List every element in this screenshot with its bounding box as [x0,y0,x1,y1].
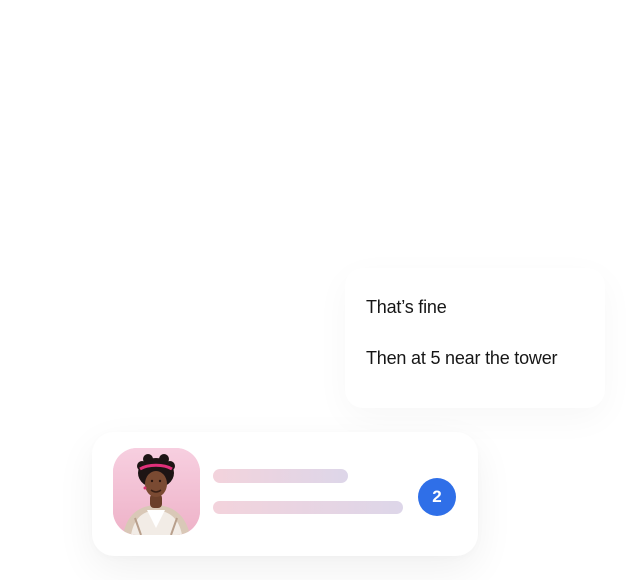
chat-message: That’s fine [366,297,447,317]
chat-messages: That’s fine Then at 5 near the tower [345,268,605,408]
message-preview-placeholder [213,469,348,483]
avatar [113,448,200,535]
conversation-card[interactable]: 2 [92,432,478,556]
app-screen: That’s fine Then at 5 near the tower 2 [0,0,640,580]
user-photo-icon [113,448,200,535]
message-preview-placeholder [213,501,403,514]
chat-message: Then at 5 near the tower [366,348,558,368]
unread-count-badge[interactable]: 2 [418,478,456,516]
